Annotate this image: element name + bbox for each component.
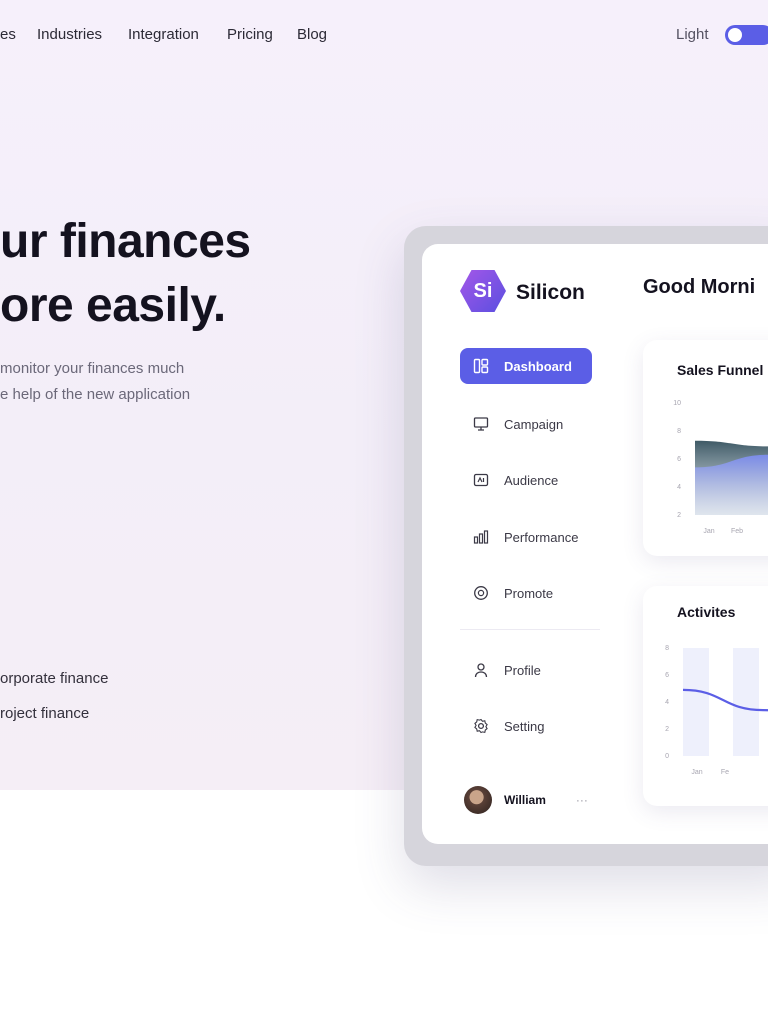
sidebar-item-setting[interactable]: Setting (460, 708, 592, 744)
sidebar-item-label: Promote (504, 585, 554, 601)
user-name: William (504, 793, 546, 807)
avatar (464, 786, 492, 814)
promote-icon (472, 584, 490, 602)
x-tick-label: Jan (703, 528, 714, 535)
user-menu[interactable]: William ··· (464, 784, 604, 816)
nav-link-integration[interactable]: Integration (128, 26, 199, 43)
monitor-icon (472, 415, 490, 433)
x-tick-label: Fe (721, 769, 729, 776)
y-tick-label: 0 (665, 753, 669, 760)
sidebar-item-dashboard[interactable]: Dashboard (460, 348, 592, 384)
sidebar-item-label: Performance (504, 529, 579, 545)
theme-toggle[interactable] (725, 25, 768, 45)
checklist-item: roject finance (0, 705, 90, 722)
theme-mode-label: Light (676, 26, 709, 43)
sales-funnel-chart: 10 8 6 4 2 Jan Feb (673, 400, 768, 535)
nav-link-blog[interactable]: Blog (297, 26, 327, 43)
y-tick-label: 4 (665, 699, 669, 706)
silicon-logo-icon: Si (460, 270, 506, 312)
sidebar-item-label: Campaign (504, 416, 564, 432)
sidebar-item-campaign[interactable]: Campaign (460, 406, 592, 442)
y-tick-label: 4 (677, 484, 681, 491)
y-tick-label: 6 (665, 672, 669, 679)
y-tick-label: 10 (673, 400, 681, 407)
brand-name: Silicon (516, 281, 585, 304)
profile-icon (472, 661, 490, 679)
x-tick-label: Feb (731, 528, 743, 535)
activities-card: Activites 8 6 4 2 0 Jan Fe (643, 586, 768, 806)
y-tick-label: 8 (677, 428, 681, 435)
more-options-icon[interactable]: ··· (576, 793, 588, 807)
sidebar-item-performance[interactable]: Performance (460, 519, 592, 555)
sidebar-item-label: Profile (504, 662, 541, 678)
dashboard-icon (472, 357, 490, 375)
y-tick-label: 2 (665, 726, 669, 733)
settings-icon (472, 717, 490, 735)
hero-subtitle-line: monitor your finances much (0, 360, 185, 377)
sidebar-item-audience[interactable]: Audience (460, 462, 592, 498)
sidebar-divider (460, 629, 600, 630)
greeting-heading: Good Morni (643, 276, 756, 298)
sidebar-item-label: Dashboard (504, 358, 572, 374)
y-tick-label: 2 (677, 512, 681, 519)
sales-funnel-card: Sales Funnel 10 8 6 4 2 Jan Feb (643, 340, 768, 556)
hero-subtitle-line: e help of the new application (0, 386, 191, 403)
hero-subtitle: monitor your finances much e help of the… (0, 356, 190, 408)
hero-title-line: ore easily. (0, 279, 226, 332)
logo-letters: Si (473, 279, 493, 302)
nav-link-industries[interactable]: Industries (37, 26, 102, 43)
y-tick-label: 8 (665, 645, 669, 652)
hero-title-line: ur finances (0, 215, 251, 268)
toggle-knob (728, 28, 742, 42)
activities-chart: 8 6 4 2 0 Jan Fe (665, 645, 768, 776)
audience-icon (472, 471, 490, 489)
sidebar-item-label: Audience (504, 472, 559, 488)
nav-link-features[interactable]: es (0, 26, 16, 43)
dashboard-mockup: Si Silicon Good Morni Dashboard Campaign… (422, 244, 768, 844)
x-tick-label: Jan (691, 769, 702, 776)
nav-link-pricing[interactable]: Pricing (227, 26, 273, 43)
sidebar-item-label: Setting (504, 718, 545, 734)
hero-title: ur finances ore easily. (0, 210, 251, 338)
y-tick-label: 6 (677, 456, 681, 463)
performance-icon (472, 528, 490, 546)
activity-bar-background (683, 648, 709, 756)
activity-bar-background (733, 648, 759, 756)
sidebar-item-promote[interactable]: Promote (460, 575, 592, 611)
top-navigation: es Industries Integration Pricing Blog L… (0, 20, 768, 50)
sidebar-item-profile[interactable]: Profile (460, 652, 592, 688)
checklist-item: orporate finance (0, 670, 109, 687)
